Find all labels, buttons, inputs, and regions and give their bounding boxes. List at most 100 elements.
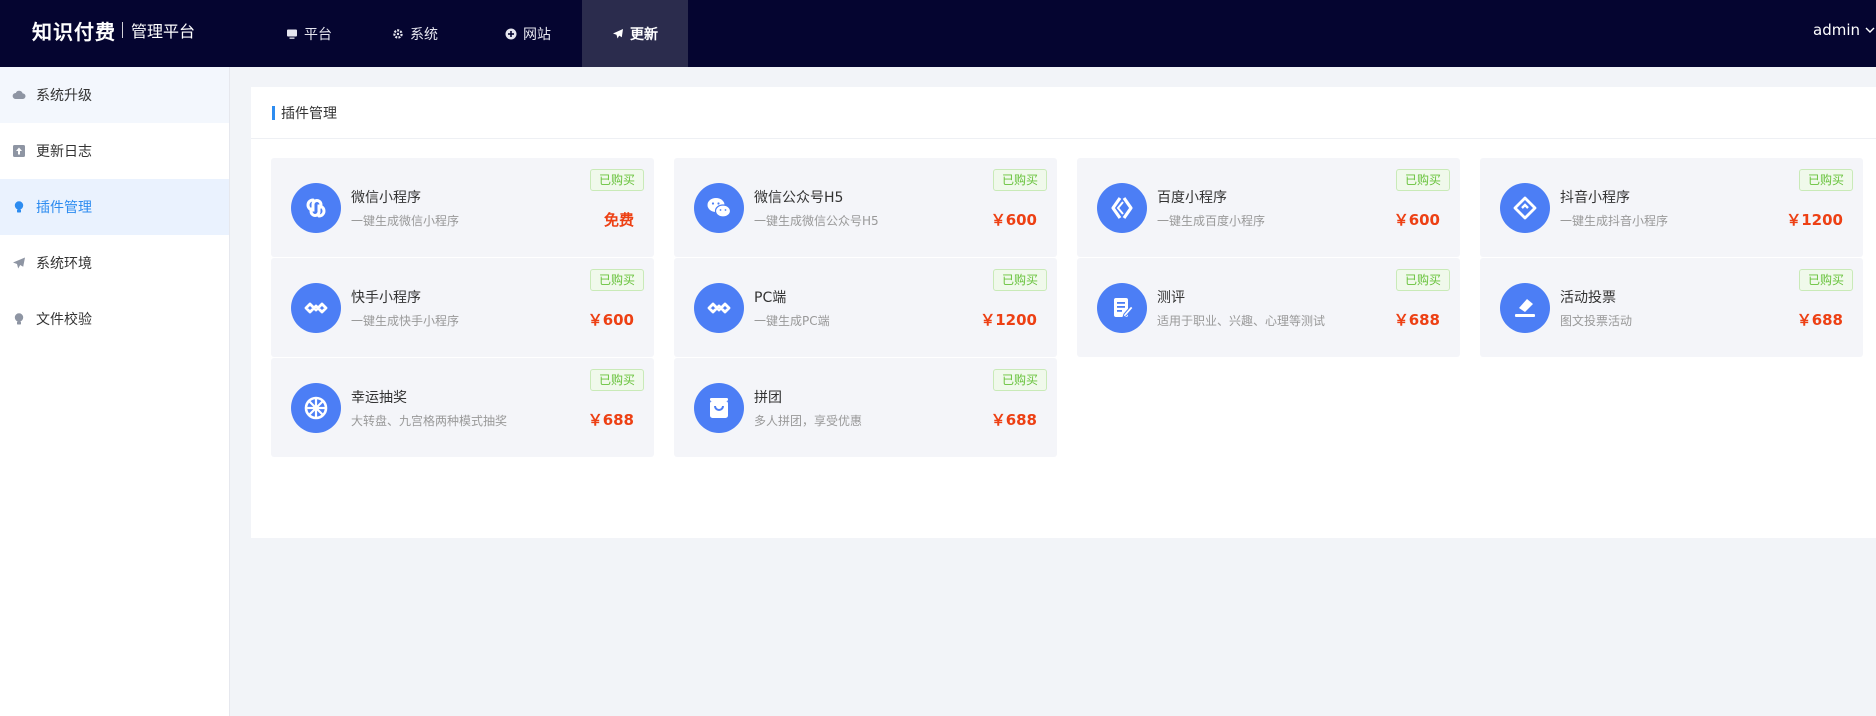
- plugin-card-kuaishou-mini[interactable]: 快手小程序 一键生成快手小程序 已购买 ￥600: [271, 258, 654, 357]
- plugin-card-group-buy[interactable]: 拼团 多人拼团，享受优惠 已购买 ￥688: [674, 358, 1057, 457]
- plugin-panel: 插件管理 微信小程序 一键生成微信小程序 已购买 免费 微信公众号H5 一键生成…: [251, 87, 1876, 538]
- user-menu[interactable]: admin: [1813, 0, 1876, 60]
- vote-icon: [1500, 283, 1550, 333]
- nav-label: 更新: [630, 26, 658, 43]
- nav-label: 网站: [523, 26, 551, 43]
- plugin-price: ￥688: [587, 411, 634, 429]
- brand-title: 知识付费: [32, 19, 116, 44]
- sidebar-item-file-check[interactable]: 文件校验: [0, 291, 229, 347]
- plugin-card-lottery[interactable]: 幸运抽奖 大转盘、九宫格两种模式抽奖 已购买 ￥688: [271, 358, 654, 457]
- bulb-icon: [12, 200, 26, 214]
- gear-icon: [392, 28, 404, 40]
- douyin-mini-icon: [1500, 183, 1550, 233]
- plugin-name: 活动投票: [1560, 290, 1616, 306]
- sidebar-item-plugins[interactable]: 插件管理: [0, 179, 229, 235]
- paper-plane-icon: [612, 28, 624, 40]
- panel-title: 插件管理: [281, 105, 337, 122]
- brand-subtitle: 管理平台: [131, 22, 196, 41]
- plugin-card-wechat-h5[interactable]: 微信公众号H5 一键生成微信公众号H5 已购买 ￥600: [674, 158, 1057, 257]
- sidebar-item-label: 插件管理: [36, 200, 92, 216]
- cloud-icon: [12, 88, 26, 102]
- brand[interactable]: 知识付费 管理平台: [32, 0, 195, 60]
- upload-box-icon: [12, 144, 26, 158]
- sidebar-item-label: 文件校验: [36, 312, 92, 328]
- sidebar-item-upgrade[interactable]: 系统升级: [0, 67, 229, 123]
- plugin-desc: 一键生成抖音小程序: [1560, 214, 1669, 228]
- top-navbar: 知识付费 管理平台 平台 系统 网站 更新 admin: [0, 0, 1876, 67]
- nav-update[interactable]: 更新: [582, 0, 688, 67]
- plugin-name: 百度小程序: [1157, 190, 1227, 206]
- paper-plane-icon: [12, 256, 26, 270]
- edit-doc-icon: [1097, 283, 1147, 333]
- plugin-name: 抖音小程序: [1560, 190, 1630, 206]
- plugin-price: ￥1200: [980, 311, 1037, 329]
- shopping-bag-icon: [694, 383, 744, 433]
- sidebar-item-label: 系统环境: [36, 256, 92, 272]
- plugin-card-douyin-mini[interactable]: 抖音小程序 一键生成抖音小程序 已购买 ￥1200: [1480, 158, 1863, 257]
- sidebar-item-changelog[interactable]: 更新日志: [0, 123, 229, 179]
- plugin-name: 幸运抽奖: [351, 390, 407, 406]
- plugin-desc: 大转盘、九宫格两种模式抽奖: [351, 414, 508, 428]
- plugin-price: ￥600: [587, 311, 634, 329]
- plugin-price: ￥688: [990, 411, 1037, 429]
- wechat-icon: [694, 183, 744, 233]
- sidebar-item-label: 系统升级: [36, 88, 92, 104]
- brand-divider: [122, 22, 123, 38]
- baidu-mini-icon: [1097, 183, 1147, 233]
- bulb-icon: [12, 312, 26, 326]
- plugin-desc: 多人拼团，享受优惠: [754, 414, 863, 428]
- mini-program-icon: [291, 183, 341, 233]
- plugin-price: ￥688: [1393, 311, 1440, 329]
- plugin-desc: 一键生成PC端: [754, 314, 830, 328]
- plugin-desc: 一键生成微信公众号H5: [754, 214, 879, 228]
- plugin-price: ￥688: [1796, 311, 1843, 329]
- purchased-badge: 已购买: [589, 269, 644, 291]
- title-accent-bar: [272, 105, 275, 120]
- plugin-desc: 一键生成微信小程序: [351, 214, 460, 228]
- purchased-badge: 已购买: [589, 369, 644, 391]
- plugin-card-vote[interactable]: 活动投票 图文投票活动 已购买 ￥688: [1480, 258, 1863, 357]
- purchased-badge: 已购买: [589, 169, 644, 191]
- plugin-price: ￥600: [990, 211, 1037, 229]
- nav-platform[interactable]: 平台: [262, 0, 356, 67]
- plugin-name: 拼团: [754, 390, 782, 406]
- monitor-icon: [286, 28, 298, 40]
- kuaishou-icon: [291, 283, 341, 333]
- plugin-card-baidu-mini[interactable]: 百度小程序 一键生成百度小程序 已购买 ￥600: [1077, 158, 1460, 257]
- plugin-name: PC端: [754, 290, 787, 306]
- plugin-name: 快手小程序: [351, 290, 421, 306]
- nav-label: 平台: [304, 26, 332, 43]
- pc-infinity-icon: [694, 283, 744, 333]
- sidebar-item-environment[interactable]: 系统环境: [0, 235, 229, 291]
- plugin-desc: 适用于职业、兴趣、心理等测试: [1157, 314, 1326, 328]
- plugin-price: ￥1200: [1786, 211, 1843, 229]
- plus-circle-icon: [505, 28, 517, 40]
- nav-system[interactable]: 系统: [356, 0, 474, 67]
- purchased-badge: 已购买: [1395, 169, 1450, 191]
- plugin-desc: 图文投票活动: [1560, 314, 1633, 328]
- username: admin: [1813, 21, 1860, 39]
- plugin-price: ￥600: [1393, 211, 1440, 229]
- nav-label: 系统: [410, 26, 438, 43]
- purchased-badge: 已购买: [992, 369, 1047, 391]
- wheel-icon: [291, 383, 341, 433]
- purchased-badge: 已购买: [992, 269, 1047, 291]
- chevron-down-icon: [1864, 24, 1876, 36]
- plugin-name: 测评: [1157, 290, 1185, 306]
- plugin-price: 免费: [603, 211, 634, 229]
- plugin-card-wechat-mini[interactable]: 微信小程序 一键生成微信小程序 已购买 免费: [271, 158, 654, 257]
- plugin-name: 微信公众号H5: [754, 190, 844, 206]
- purchased-badge: 已购买: [992, 169, 1047, 191]
- plugin-name: 微信小程序: [351, 190, 421, 206]
- plugin-card-assessment[interactable]: 测评 适用于职业、兴趣、心理等测试 已购买 ￥688: [1077, 258, 1460, 357]
- purchased-badge: 已购买: [1798, 269, 1853, 291]
- sidebar-item-label: 更新日志: [36, 144, 92, 160]
- sidebar: 系统升级 更新日志 插件管理 系统环境 文件校验: [0, 67, 230, 716]
- plugin-card-pc[interactable]: PC端 一键生成PC端 已购买 ￥1200: [674, 258, 1057, 357]
- purchased-badge: 已购买: [1395, 269, 1450, 291]
- plugin-desc: 一键生成快手小程序: [351, 314, 460, 328]
- top-nav: 平台 系统 网站 更新: [262, 0, 688, 67]
- purchased-badge: 已购买: [1798, 169, 1853, 191]
- nav-website[interactable]: 网站: [474, 0, 582, 67]
- panel-header: 插件管理: [251, 87, 1876, 139]
